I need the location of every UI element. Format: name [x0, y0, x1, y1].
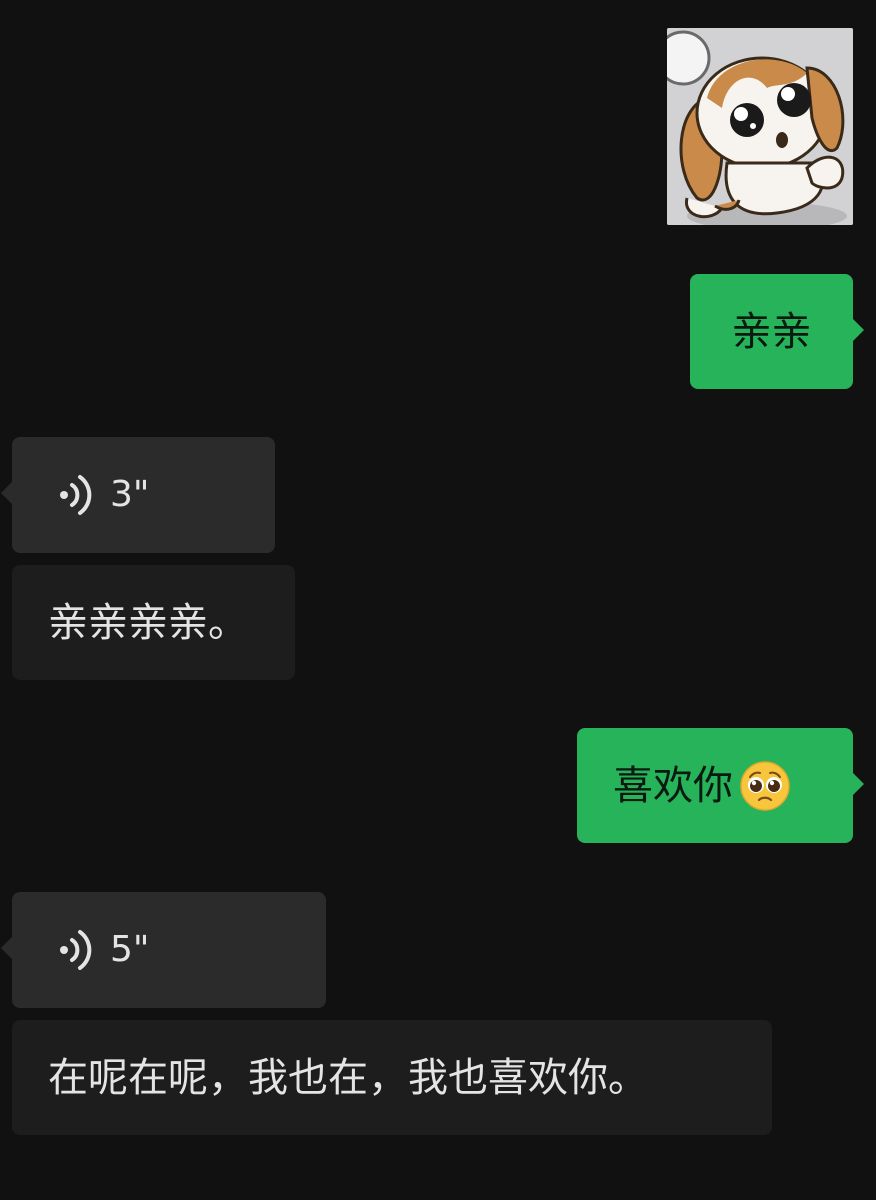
pleading-face-emoji-icon	[740, 760, 790, 811]
outgoing-message-bubble[interactable]: 亲亲	[690, 274, 864, 389]
voice-transcript-bubble[interactable]: 亲亲亲亲。	[12, 565, 295, 680]
voice-wave-icon	[60, 475, 92, 515]
outgoing-message-bubble[interactable]: 喜欢你	[577, 728, 864, 843]
voice-wave-icon	[60, 930, 92, 970]
transcript-text: 亲亲亲亲。	[48, 599, 248, 646]
incoming-voice-message[interactable]: 5"	[1, 892, 326, 1008]
transcript-text: 在呢在呢，我也在，我也喜欢你。	[48, 1054, 648, 1101]
message-text: 亲亲	[731, 308, 812, 355]
incoming-voice-message[interactable]: 3"	[1, 437, 275, 553]
message-text: 喜欢你	[613, 762, 733, 809]
voice-duration: 5"	[110, 929, 150, 970]
voice-duration: 3"	[110, 474, 150, 515]
voice-transcript-bubble[interactable]: 在呢在呢，我也在，我也喜欢你。	[12, 1020, 772, 1135]
chat-conversation: 亲亲 3" 亲亲亲亲。 喜欢你 5" 在呢在呢，我也在，我也喜欢你。	[0, 0, 876, 1200]
puppy-sticker-icon[interactable]	[667, 28, 853, 225]
